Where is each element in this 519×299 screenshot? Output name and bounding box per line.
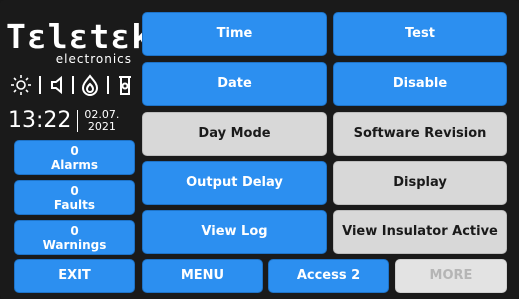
display-button[interactable]: Display (333, 161, 507, 205)
faults-label: Faults (53, 197, 96, 212)
more-button[interactable]: MORE (395, 259, 507, 293)
warnings-button[interactable]: 0 Warnings (14, 220, 135, 255)
time-button[interactable]: Time (142, 12, 327, 56)
alarms-label: Alarms (50, 157, 99, 172)
faults-button[interactable]: 0 Faults (14, 180, 135, 215)
flame-icon (81, 74, 99, 96)
status-icon-row (10, 72, 134, 98)
sun-icon (10, 74, 32, 96)
control-panel: Tɛlɛtɛk electronics 13:22 02.07. 2021 0 … (0, 0, 519, 299)
clock-date-year: 2021 (87, 120, 116, 133)
software-revision-button[interactable]: Software Revision (333, 112, 507, 156)
view-log-button[interactable]: View Log (142, 210, 327, 254)
status-separator (106, 76, 109, 94)
brand-name: Tɛlɛtɛk (6, 17, 153, 56)
view-insulator-active-button[interactable]: View Insulator Active (333, 210, 507, 254)
access-level-button[interactable]: Access 2 (268, 259, 389, 293)
day-mode-button[interactable]: Day Mode (142, 112, 327, 156)
warnings-label: Warnings (42, 237, 107, 252)
menu-button[interactable]: MENU (142, 259, 263, 293)
status-separator (71, 76, 74, 94)
warnings-count: 0 (70, 223, 79, 238)
alarms-count: 0 (70, 143, 79, 158)
disable-button[interactable]: Disable (333, 62, 507, 106)
brand-subtitle: electronics (55, 52, 132, 66)
clock-date: 02.07. 2021 (84, 109, 119, 133)
test-button[interactable]: Test (333, 12, 507, 56)
output-delay-button[interactable]: Output Delay (142, 161, 327, 205)
alarms-button[interactable]: 0 Alarms (14, 140, 135, 175)
date-button[interactable]: Date (142, 62, 327, 106)
exit-button[interactable]: EXIT (14, 259, 135, 293)
speaker-icon (49, 75, 65, 95)
clock-time: 13:22 (8, 108, 72, 133)
faults-count: 0 (70, 183, 79, 198)
clock-separator (77, 110, 79, 132)
clock: 13:22 02.07. 2021 (8, 108, 136, 134)
brand-logo: Tɛlɛtɛk (6, 17, 153, 56)
door-icon (116, 74, 134, 96)
status-separator (39, 76, 42, 94)
